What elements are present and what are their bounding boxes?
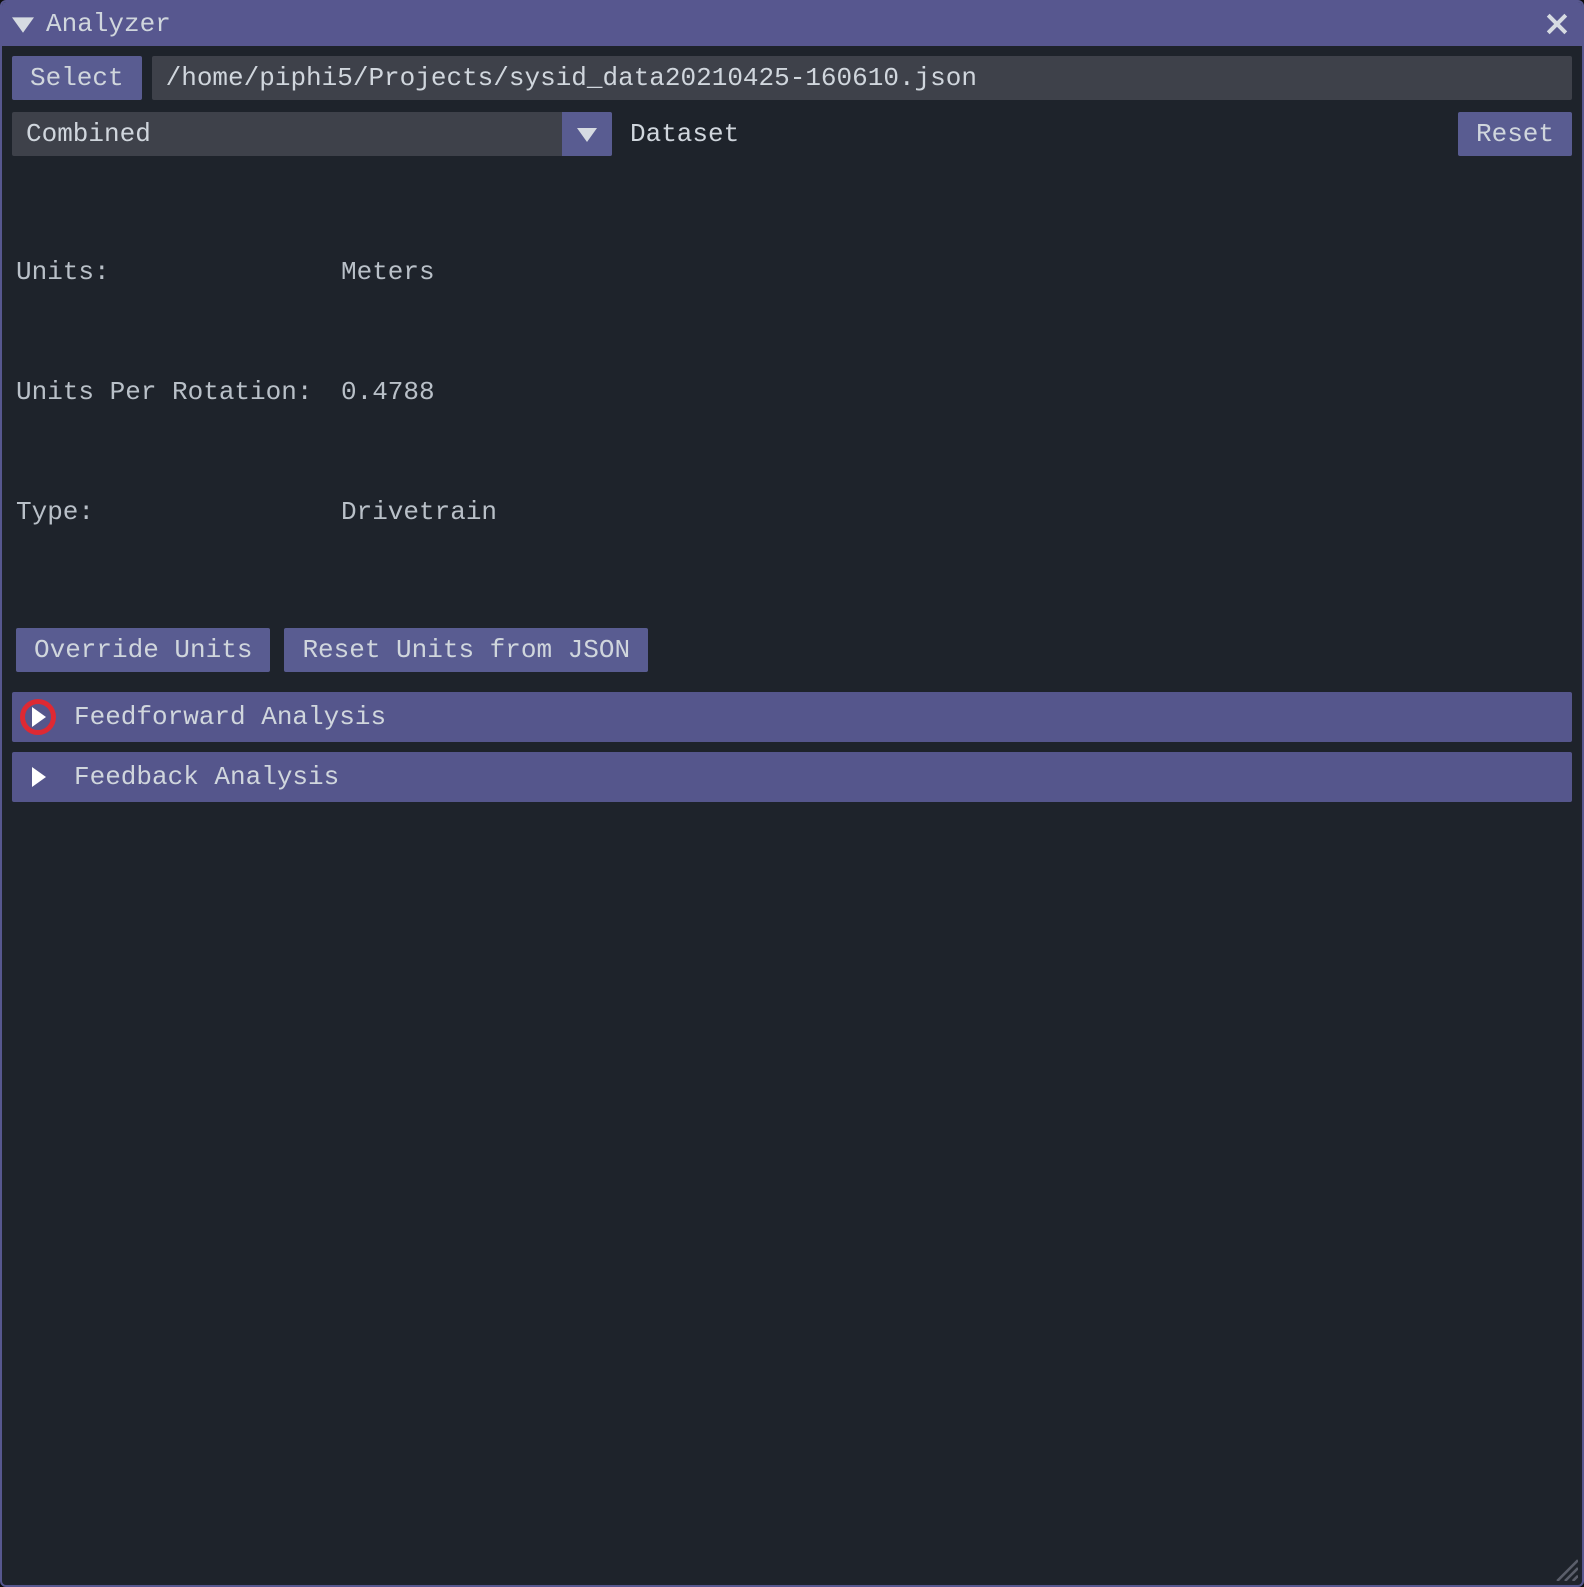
window-titlebar[interactable]: Analyzer <box>2 2 1582 46</box>
resize-grip[interactable] <box>1552 1555 1578 1581</box>
dataset-combo-value: Combined <box>12 112 562 156</box>
unit-button-group: Override Units Reset Units from JSON <box>12 624 1572 672</box>
dataset-row: Combined Dataset Reset <box>12 112 1572 156</box>
meta-type-key: Type: <box>16 492 341 532</box>
reset-units-from-json-button[interactable]: Reset Units from JSON <box>284 628 648 672</box>
triangle-right-icon[interactable] <box>20 699 56 735</box>
meta-row-upr: Units Per Rotation: 0.4788 <box>16 372 1572 412</box>
meta-upr-key: Units Per Rotation: <box>16 372 341 412</box>
chevron-down-icon[interactable] <box>562 112 612 156</box>
meta-row-type: Type: Drivetrain <box>16 492 1572 532</box>
override-units-button[interactable]: Override Units <box>16 628 270 672</box>
meta-upr-value: 0.4788 <box>341 372 435 412</box>
close-icon[interactable] <box>1542 9 1572 39</box>
file-path-input[interactable] <box>152 56 1572 100</box>
analysis-sections: Feedforward Analysis Feedback Analysis <box>12 684 1572 802</box>
file-row: Select <box>12 56 1572 100</box>
feedforward-label: Feedforward Analysis <box>74 702 386 732</box>
dataset-row-spacer <box>749 112 1448 156</box>
reset-button[interactable]: Reset <box>1458 112 1572 156</box>
meta-row-units: Units: Meters <box>16 252 1572 292</box>
meta-units-value: Meters <box>341 252 435 292</box>
dataset-combo[interactable]: Combined <box>12 112 612 156</box>
feedback-analysis-header[interactable]: Feedback Analysis <box>12 752 1572 802</box>
meta-type-value: Drivetrain <box>341 492 497 532</box>
meta-units-key: Units: <box>16 252 341 292</box>
feedforward-analysis-header[interactable]: Feedforward Analysis <box>12 692 1572 742</box>
triangle-right-icon[interactable] <box>20 759 56 795</box>
window-title: Analyzer <box>46 9 171 39</box>
feedback-label: Feedback Analysis <box>74 762 339 792</box>
window-content: Select Combined Dataset Reset Units: Met… <box>2 46 1582 802</box>
dataset-label: Dataset <box>630 112 739 156</box>
analyzer-window: Analyzer Select Combined Dataset <box>0 0 1584 1587</box>
titlebar-collapse-icon[interactable] <box>12 13 34 35</box>
select-file-button[interactable]: Select <box>12 56 142 100</box>
meta-block: Units: Meters Units Per Rotation: 0.4788… <box>12 168 1572 612</box>
